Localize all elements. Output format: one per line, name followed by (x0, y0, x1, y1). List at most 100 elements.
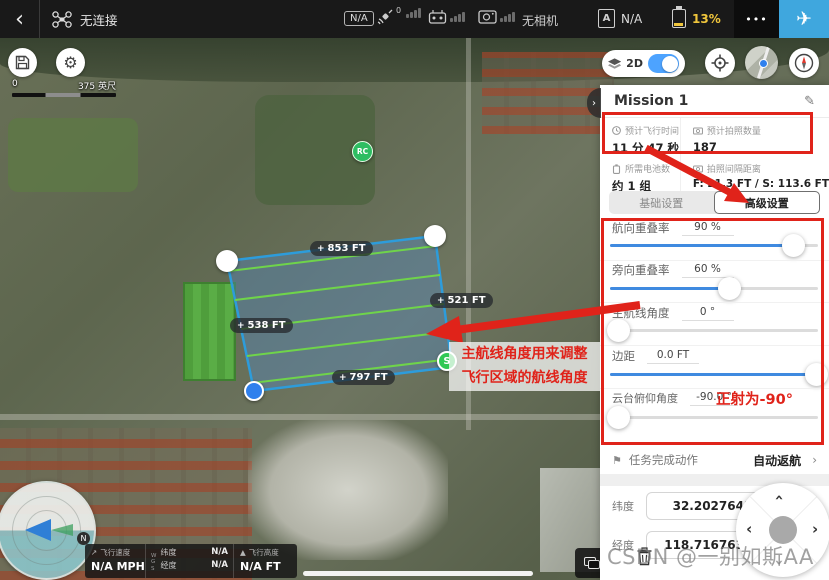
mission-title: Mission 1 (614, 93, 688, 109)
airplane-icon: ✈ (796, 8, 812, 30)
home-indicator[interactable] (303, 571, 533, 576)
signal-bars-icon (450, 12, 465, 22)
slider-margin: 边距 0.0 FT (600, 348, 829, 364)
satellite-count: 0 (396, 6, 401, 15)
slider-route-angle: 主航线角度 0 ° (600, 305, 829, 321)
battery-percent: 13% (692, 12, 721, 26)
telemetry-speed: ↗飞行速度 N/A MPH (85, 544, 145, 578)
front-overlap-slider[interactable] (610, 244, 818, 247)
map-2d-toggle[interactable] (648, 54, 679, 73)
route-start-marker[interactable]: S (437, 351, 457, 371)
attitude-compass: N (0, 481, 96, 580)
slider-knob[interactable] (718, 277, 741, 300)
app-root: +853 FT +521 FT +538 FT +797 FT S RC ⚙ 0… (0, 0, 829, 580)
layers-stack-icon (584, 557, 600, 569)
battery-icon (672, 9, 686, 28)
flag-icon: ⚑ (612, 454, 622, 467)
polygon-vertex-handle[interactable] (424, 225, 446, 247)
gear-icon: ⚙ (63, 53, 77, 72)
dpad-left-button[interactable]: › (746, 522, 752, 537)
heading-wedge (51, 524, 73, 536)
dpad-up-button[interactable]: › (772, 494, 787, 500)
telemetry-bar: ↗飞行速度 N/A MPH W G S 纬度N/A 经度N/A ▲飞行高度 N/… (85, 544, 297, 578)
finish-action-value: 自动返航 (753, 452, 801, 469)
camera-signal (478, 9, 515, 24)
scale-bar (12, 93, 116, 97)
settings-tabs: 基础设置 高级设置 (609, 191, 820, 214)
signal-bars-icon (406, 8, 421, 18)
side-overlap-value[interactable]: 60 % (682, 263, 734, 278)
gimbal-pitch-value[interactable]: -90.0 ° (690, 391, 738, 406)
settings-button[interactable]: ⚙ (56, 48, 85, 77)
front-overlap-value[interactable]: 90 % (682, 221, 734, 236)
map-2d-label: 2D (626, 57, 643, 70)
telemetry-position: W G S 纬度N/A 经度N/A (145, 544, 233, 578)
remote-controller-icon (428, 9, 447, 25)
takeoff-button[interactable]: ✈ (779, 0, 829, 38)
clock-icon (612, 126, 621, 135)
plus-icon: + (339, 373, 347, 383)
drone-icon (52, 11, 72, 28)
camera-status: 无相机 (522, 12, 558, 29)
flight-mode: A N/A (598, 9, 642, 28)
aircraft-heading-icon (25, 519, 51, 541)
gimbal-pitch-slider[interactable] (610, 416, 818, 419)
finish-action-row[interactable]: ⚑ 任务完成动作 自动返航 › (600, 446, 829, 474)
slider-front-overlap: 航向重叠率 90 % (600, 220, 829, 236)
slider-knob[interactable] (607, 406, 630, 429)
plus-icon: + (317, 244, 325, 254)
dpad-down-button[interactable]: › (772, 559, 787, 565)
flight-mode-value: N/A (621, 12, 642, 26)
map-terrain (248, 420, 448, 560)
dpad-center-button[interactable] (769, 516, 797, 544)
speed-icon: ↗ (91, 548, 97, 557)
tab-advanced-settings[interactable]: 高级设置 (714, 191, 821, 214)
camera-icon (693, 164, 703, 173)
connection-status: 无连接 (80, 10, 118, 29)
battery-status: 13% (672, 9, 721, 28)
rc-location-marker: RC (352, 141, 373, 162)
altitude-icon: ▲ (240, 548, 246, 557)
edit-mission-name-button[interactable]: ✎ (804, 94, 815, 109)
route-angle-slider[interactable] (610, 329, 818, 332)
edge-length-label-left: +538 FT (230, 318, 293, 333)
compass-needle-icon (794, 53, 814, 73)
polygon-vertex-handle-selected[interactable] (244, 381, 264, 401)
delete-waypoint-button[interactable] (636, 547, 653, 566)
side-overlap-slider[interactable] (610, 287, 818, 290)
more-menu-button[interactable]: ••• (734, 0, 779, 38)
locate-button[interactable] (705, 48, 735, 78)
satellite-status: 0 (377, 8, 421, 25)
signal-bars-icon (500, 12, 515, 22)
map-layer-switcher: 2D (602, 50, 685, 77)
tab-basic-settings[interactable]: 基础设置 (609, 191, 714, 214)
plus-icon: + (437, 296, 445, 306)
compass-reset-button[interactable] (789, 48, 819, 78)
mission-stats: 预计飞行时间 11 分 47 秒 预计拍照数量 187 所需电池数 约 1 组 (600, 118, 829, 191)
back-button[interactable]: ‹ (0, 0, 40, 38)
slider-knob[interactable] (607, 319, 630, 342)
stat-battery-count: 所需电池数 约 1 组 (600, 156, 681, 194)
margin-slider[interactable] (610, 373, 818, 376)
status-bar: ‹ 无连接 N/A 0 无相机 A N/A 13% ••• ✈ (0, 0, 829, 38)
slider-knob[interactable] (805, 363, 828, 386)
slider-knob[interactable] (782, 234, 805, 257)
map-scale: 0 375 英尺 (12, 79, 116, 97)
route-angle-value[interactable]: 0 ° (682, 306, 734, 321)
polygon-vertex-handle[interactable] (216, 250, 238, 272)
scale-start: 0 (12, 79, 18, 92)
rc-signal (428, 9, 465, 25)
margin-value[interactable]: 0.0 FT (647, 349, 699, 364)
telemetry-altitude: ▲飞行高度 N/A FT (233, 544, 297, 578)
save-mission-button[interactable] (8, 48, 37, 77)
crosshair-icon (711, 54, 729, 72)
plus-icon: + (237, 321, 245, 331)
flight-mode-icon: A (598, 9, 615, 28)
dpad-right-button[interactable]: › (812, 522, 818, 537)
slider-gimbal-pitch: 云台俯仰角度 -90.0 ° (600, 390, 829, 406)
minimap-thumbnail[interactable] (745, 46, 778, 79)
save-icon (15, 55, 30, 70)
slider-side-overlap: 旁向重叠率 60 % (600, 262, 829, 278)
map-terrain (183, 282, 236, 381)
battery-icon (612, 164, 621, 174)
